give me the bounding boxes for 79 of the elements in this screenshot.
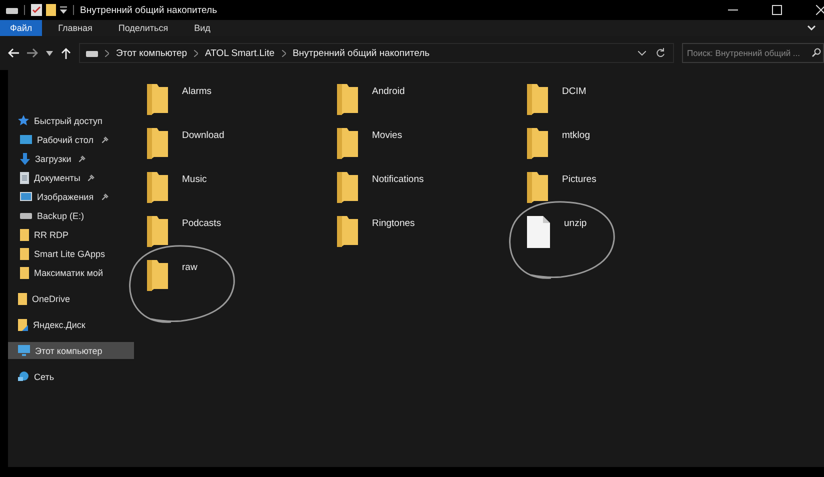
- star-icon: [18, 115, 29, 126]
- close-icon[interactable]: [816, 5, 824, 15]
- folder-icon[interactable]: [147, 260, 168, 291]
- folder-icon[interactable]: [337, 172, 358, 203]
- chevron-icon[interactable]: [807, 25, 816, 31]
- download-arrow-icon: [20, 152, 30, 164]
- sidebar-item[interactable]: Яндекс.Диск: [8, 316, 134, 333]
- chevron-right-icon: [105, 50, 109, 56]
- ribbon-tab[interactable]: Файл: [0, 20, 42, 36]
- sidebar-item[interactable]: Backup (E:): [8, 207, 134, 224]
- window-title: Внутренний общий накопитель: [80, 4, 218, 16]
- sidebar-item[interactable]: OneDrive: [8, 290, 134, 307]
- folder-icon[interactable]: [147, 172, 168, 203]
- sidebar-item[interactable]: Сеть: [8, 368, 134, 385]
- folder-icon: [20, 228, 29, 240]
- document-icon: [20, 172, 29, 184]
- drive-icon: [86, 50, 98, 56]
- search-field[interactable]: Поиск: Внутренний общий ...: [682, 43, 824, 63]
- search-icon[interactable]: [812, 48, 821, 57]
- folder-icon: [20, 248, 29, 260]
- sidebar-item[interactable]: Изображения: [8, 188, 134, 205]
- breadcrumb[interactable]: Этот компьютер: [116, 48, 188, 58]
- caret-icon[interactable]: [46, 50, 53, 56]
- file-name[interactable]: Alarms: [182, 84, 212, 97]
- sidebar-item[interactable]: Smart Lite GApps: [8, 245, 134, 262]
- maximize-icon[interactable]: [772, 5, 782, 15]
- file-name[interactable]: Notifications: [372, 172, 424, 185]
- sidebar-item[interactable]: Рабочий стол: [8, 131, 134, 148]
- breadcrumb[interactable]: ATOL Smart.Lite: [205, 48, 275, 58]
- ribbon-tab[interactable]: Поделиться: [108, 20, 178, 36]
- drive-icon[interactable]: [6, 6, 18, 14]
- folder-icon[interactable]: [337, 84, 358, 115]
- dropdown-icon[interactable]: [60, 6, 67, 14]
- properties-icon[interactable]: [31, 4, 42, 16]
- folder-icon[interactable]: [527, 172, 548, 203]
- file-name[interactable]: DCIM: [562, 84, 586, 97]
- file-name[interactable]: raw: [182, 260, 198, 273]
- file-icon[interactable]: [527, 216, 550, 248]
- file-name[interactable]: Podcasts: [182, 216, 222, 229]
- folder-icon[interactable]: [147, 216, 168, 247]
- folder-icon: [18, 318, 28, 330]
- ribbon-tab[interactable]: Главная: [48, 20, 102, 36]
- refresh-icon[interactable]: [656, 48, 665, 58]
- file-name[interactable]: mtklog: [562, 128, 590, 141]
- sidebar-item[interactable]: RR RDP: [8, 226, 134, 243]
- back-arrow-icon[interactable]: [8, 48, 19, 58]
- sidebar-item[interactable]: Этот компьютер: [8, 342, 134, 359]
- file-name[interactable]: Pictures: [562, 172, 596, 185]
- network-icon: [18, 371, 29, 382]
- forward-arrow-icon[interactable]: [27, 48, 38, 58]
- folder-icon[interactable]: [337, 216, 358, 247]
- folder-icon[interactable]: [337, 128, 358, 159]
- breadcrumb[interactable]: Внутренний общий накопитель: [292, 48, 430, 58]
- file-name[interactable]: Download: [182, 128, 224, 141]
- folder-icon: [18, 292, 27, 304]
- drive-icon: [20, 212, 32, 219]
- file-name[interactable]: Movies: [372, 128, 402, 141]
- address-bar[interactable]: Этот компьютер ATOL Smart.Lite Внутренний общий накопитель: [79, 43, 674, 63]
- file-name[interactable]: Android: [372, 84, 405, 97]
- chevron-right-icon: [194, 50, 198, 56]
- up-arrow-icon[interactable]: [61, 48, 71, 58]
- sidebar-item[interactable]: Быстрый доступ: [8, 112, 134, 129]
- image-icon: [20, 192, 32, 201]
- dropdown-caret-icon[interactable]: [638, 50, 646, 56]
- folder-icon[interactable]: [527, 128, 548, 159]
- folder-icon[interactable]: [147, 128, 168, 159]
- file-name[interactable]: Ringtones: [372, 216, 415, 229]
- file-name[interactable]: Music: [182, 172, 207, 185]
- file-name[interactable]: unzip: [564, 216, 587, 229]
- sidebar-item[interactable]: Загрузки: [8, 150, 134, 167]
- monitor-icon: [18, 345, 30, 356]
- folder-icon: [20, 266, 29, 278]
- sidebar-item[interactable]: Документы: [8, 169, 134, 186]
- chevron-right-icon: [282, 50, 286, 56]
- desktop-icon: [20, 135, 32, 144]
- folder-icon[interactable]: [147, 84, 168, 115]
- folder-icon[interactable]: [527, 84, 548, 115]
- sidebar-item[interactable]: Максиматик мой: [8, 264, 134, 281]
- ribbon-tab[interactable]: Вид: [184, 20, 220, 36]
